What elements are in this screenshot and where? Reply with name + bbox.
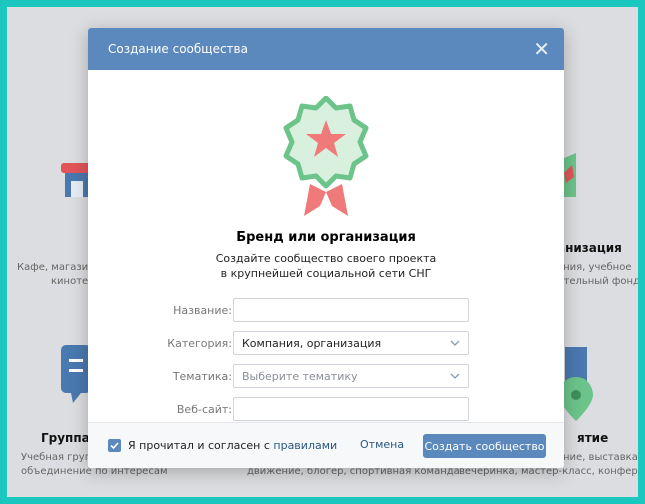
website-input[interactable] [233, 397, 469, 421]
topic-label: Тематика: [172, 370, 232, 383]
agree-text: Я прочитал и согласен с правилами [128, 439, 338, 452]
category-row: Категория: Компания, организация [88, 331, 564, 357]
name-row: Название: [88, 298, 564, 324]
bg-card-organization: анизация ания, учебное ительный фонд [557, 241, 638, 287]
dialog-header: Создание сообщества ✕ [88, 28, 564, 70]
dialog-title: Создание сообщества [108, 42, 248, 56]
category-value: Компания, организация [242, 336, 382, 350]
award-star-icon [283, 96, 369, 216]
topic-placeholder: Выберите тематику [242, 369, 358, 383]
rules-link[interactable]: правилами [273, 439, 337, 452]
topic-row: Тематика: Выберите тематику [88, 364, 564, 390]
category-select[interactable]: Компания, организация [233, 331, 469, 355]
create-community-dialog: Создание сообщества ✕ Бренд или организа… [88, 28, 564, 468]
dialog-subtext: Создайте сообщество своего проекта в кру… [215, 252, 437, 280]
cancel-button[interactable]: Отмена [360, 438, 404, 451]
name-input[interactable] [233, 298, 469, 322]
dialog-footer: Я прочитал и согласен с правилами Отмена… [88, 422, 564, 468]
chevron-down-icon [450, 340, 460, 346]
close-icon[interactable]: ✕ [533, 39, 550, 59]
dialog-heading: Бренд или организация [236, 230, 416, 245]
agree-checkbox[interactable] [108, 439, 121, 452]
website-label: Веб-сайт: [176, 403, 232, 416]
building-icon [562, 153, 576, 197]
map-pin-icon [559, 347, 593, 421]
create-community-button[interactable]: Создать сообщество [423, 434, 546, 458]
chat-icon [61, 345, 91, 403]
check-icon [110, 442, 119, 450]
website-row: Веб-сайт: [88, 397, 564, 423]
topic-select[interactable]: Выберите тематику [233, 364, 469, 388]
name-label: Название: [173, 304, 232, 317]
category-label: Категория: [167, 337, 232, 350]
dialog-body: Бренд или организация Создайте сообществ… [88, 70, 564, 422]
page-frame: Б Кафе, магазин кинотеат анизация ания, … [7, 7, 638, 497]
chevron-down-icon [450, 373, 460, 379]
